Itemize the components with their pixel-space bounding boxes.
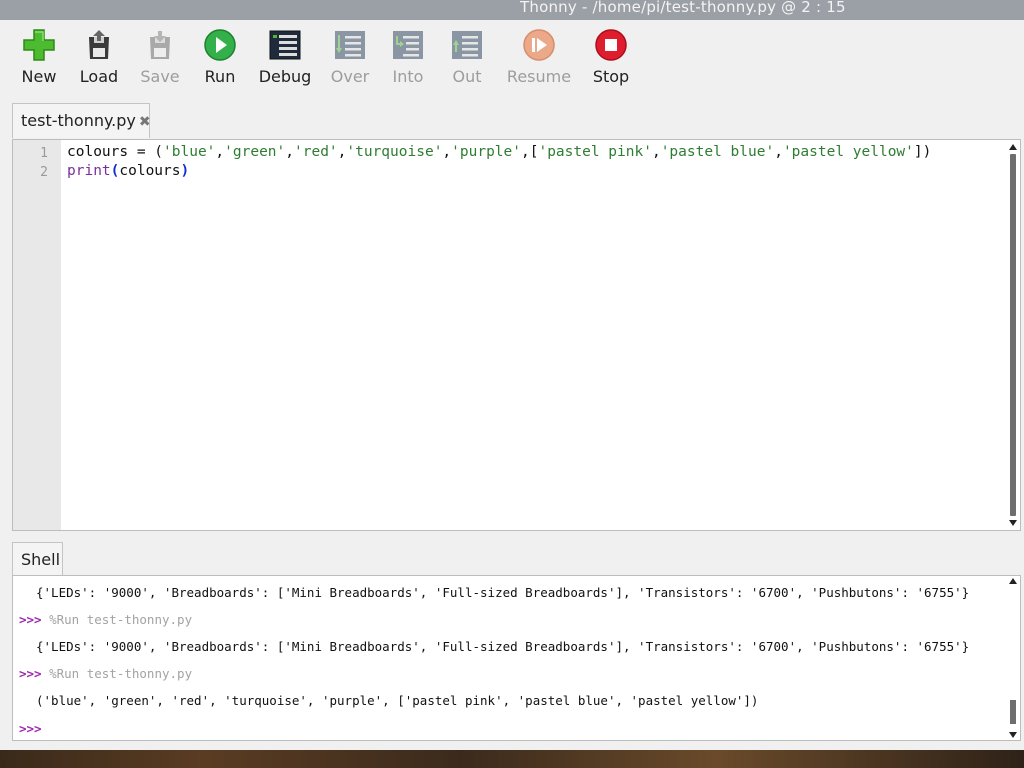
stop-label: Stop xyxy=(592,67,630,86)
step-over-button[interactable]: Over xyxy=(317,28,383,92)
tab-shell[interactable]: Shell xyxy=(12,542,63,576)
code-line[interactable]: colours = ('blue','green','red','turquoi… xyxy=(67,144,931,160)
resume-button[interactable]: Resume xyxy=(506,28,572,92)
debug-label: Debug xyxy=(258,67,312,86)
new-label: New xyxy=(21,67,57,86)
stop-icon xyxy=(595,29,627,61)
code-line[interactable]: print(colours) xyxy=(67,163,189,179)
scroll-down-icon[interactable] xyxy=(1009,520,1017,526)
load-label: Load xyxy=(79,67,119,86)
save-label: Save xyxy=(140,67,180,86)
shell-command-text: %Run test-thonny.py xyxy=(41,612,193,627)
scroll-down-icon[interactable] xyxy=(1009,732,1017,738)
shell-output-line: {'LEDs': '9000', 'Breadboards': ['Mini B… xyxy=(36,639,970,654)
run-icon xyxy=(204,29,236,61)
window-title: Thonny - /home/pi/test-thonny.py @ 2 : 1… xyxy=(520,0,846,16)
resume-icon xyxy=(523,29,555,61)
resume-label: Resume xyxy=(506,67,572,86)
shell-output-line: {'LEDs': '9000', 'Breadboards': ['Mini B… xyxy=(36,585,970,600)
step-over-label: Over xyxy=(330,67,370,86)
debug-icon xyxy=(269,30,301,60)
line-number-gutter: 1 2 xyxy=(13,140,61,530)
line-number: 1 xyxy=(40,146,48,161)
step-into-label: Into xyxy=(392,67,424,86)
shell-output-line: ('blue', 'green', 'red', 'turquoise', 'p… xyxy=(36,693,759,708)
step-out-label: Out xyxy=(452,67,482,86)
load-icon xyxy=(89,30,109,59)
shell-scrollbar[interactable] xyxy=(1007,578,1019,738)
code-editor[interactable]: 1 2 colours = ('blue','green','red','tur… xyxy=(12,139,1021,531)
save-icon xyxy=(150,31,170,59)
title-bar: Thonny - /home/pi/test-thonny.py @ 2 : 1… xyxy=(0,0,1024,20)
load-button[interactable]: Load xyxy=(66,28,132,92)
debug-button[interactable]: Debug xyxy=(252,28,318,92)
shell-tab-label: Shell xyxy=(21,550,61,569)
scrollbar-thumb[interactable] xyxy=(1010,700,1016,724)
step-out-button[interactable]: Out xyxy=(434,28,500,92)
toolbar: New Load Save Run Debug Over Into Out Re… xyxy=(0,22,1024,98)
tab-test-thonny[interactable]: test-thonny.py ✖ xyxy=(12,103,151,138)
shell-prompt: >>> xyxy=(19,612,42,627)
editor-scrollbar[interactable] xyxy=(1007,144,1019,526)
run-button[interactable]: Run xyxy=(187,28,253,92)
shell-command-line: >>> %Run test-thonny.py xyxy=(19,666,192,681)
close-icon[interactable]: ✖ xyxy=(139,114,151,130)
save-button[interactable]: Save xyxy=(127,28,193,92)
step-into-icon xyxy=(393,31,423,59)
desktop-background xyxy=(0,750,1024,768)
shell-command-line: >>> xyxy=(19,721,42,736)
run-label: Run xyxy=(204,67,236,86)
shell-prompt: >>> xyxy=(19,721,42,736)
step-over-icon xyxy=(335,31,365,59)
step-out-icon xyxy=(452,31,482,59)
tab-label: test-thonny.py xyxy=(21,111,136,130)
new-file-icon xyxy=(23,29,55,61)
shell-command-line: >>> %Run test-thonny.py xyxy=(19,612,192,627)
shell-panel[interactable]: {'LEDs': '9000', 'Breadboards': ['Mini B… xyxy=(12,575,1021,741)
scroll-up-icon[interactable] xyxy=(1009,578,1017,584)
shell-prompt: >>> xyxy=(19,666,42,681)
line-number: 2 xyxy=(40,165,48,180)
stop-button[interactable]: Stop xyxy=(578,28,644,92)
new-button[interactable]: New xyxy=(6,28,72,92)
shell-command-text: %Run test-thonny.py xyxy=(41,666,193,681)
scrollbar-thumb[interactable] xyxy=(1010,154,1016,516)
scroll-up-icon[interactable] xyxy=(1009,144,1017,150)
step-into-button[interactable]: Into xyxy=(375,28,441,92)
